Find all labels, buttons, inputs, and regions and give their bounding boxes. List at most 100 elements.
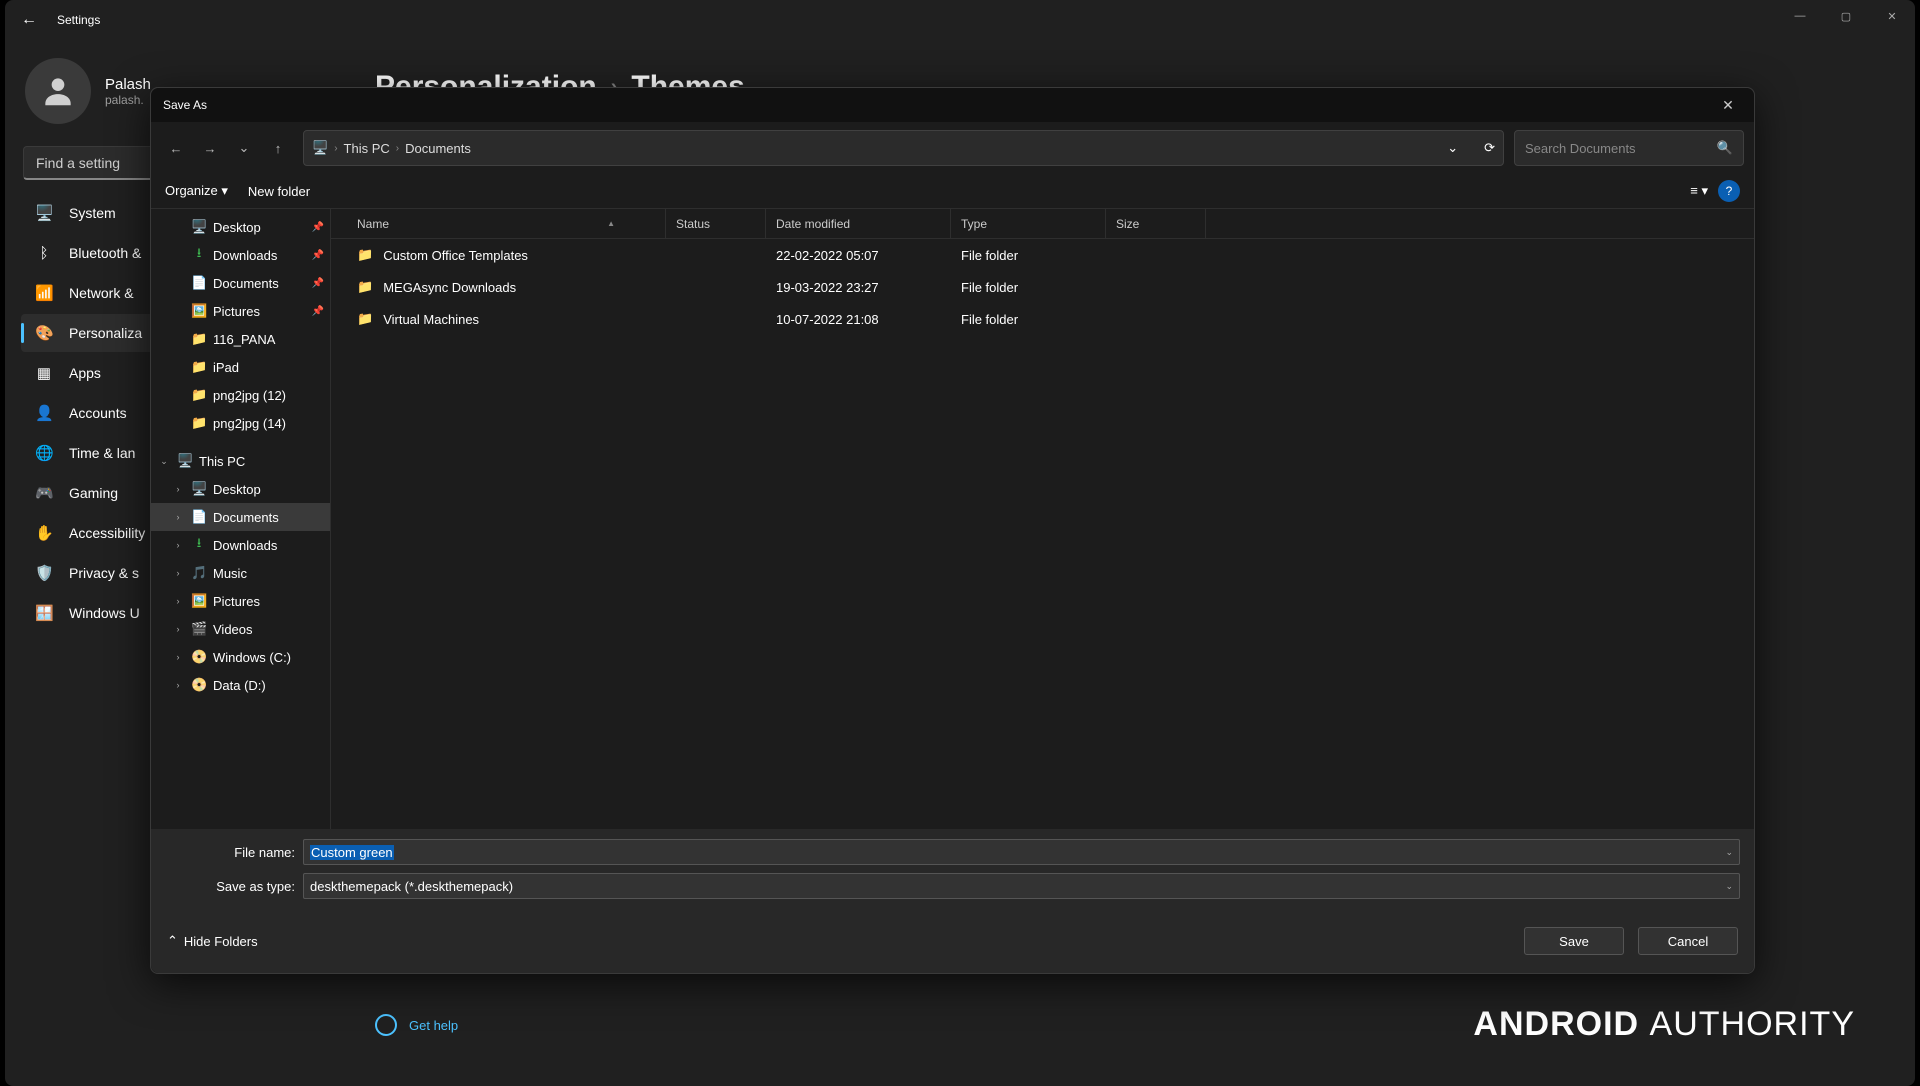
- file-row[interactable]: 📁Custom Office Templates22-02-2022 05:07…: [331, 239, 1754, 271]
- nav-label: Accounts: [69, 405, 127, 421]
- column-headers[interactable]: Name▲ Status Date modified Type Size: [331, 209, 1754, 239]
- col-type[interactable]: Type: [951, 209, 1106, 238]
- tree-item[interactable]: ›📀Windows (C:): [151, 643, 330, 671]
- view-button[interactable]: ≡ ▾: [1690, 183, 1708, 199]
- organize-button[interactable]: Organize ▾: [165, 183, 228, 199]
- tree-item[interactable]: 📁116_PANA: [151, 325, 330, 353]
- filename-input[interactable]: Custom green ⌄: [303, 839, 1740, 865]
- folder-icon: 📁: [357, 311, 373, 327]
- search-icon: 🔍: [1717, 140, 1733, 156]
- folder-tree[interactable]: 🖥️Desktop📌⭳Downloads📌 📄 Documents 📌 🖼️ Pictur…: [151, 209, 331, 829]
- expand-icon[interactable]: ›: [171, 484, 185, 494]
- chevron-right-icon: ›: [396, 143, 399, 154]
- tree-item[interactable]: 📄Documents📌: [151, 269, 330, 297]
- expand-icon[interactable]: ›: [171, 596, 185, 606]
- tree-label: Downloads: [213, 248, 277, 263]
- address-dropdown[interactable]: ⌄: [1447, 140, 1458, 156]
- tree-label: Pictures: [213, 304, 260, 319]
- tree-item[interactable]: 📁 png2jpg (12): [151, 381, 330, 409]
- path-seg-documents[interactable]: Documents: [405, 141, 471, 156]
- nav-icon: 🖥️: [35, 204, 53, 222]
- dialog-close-button[interactable]: ✕: [1710, 97, 1746, 114]
- file-rows: 📁Custom Office Templates22-02-2022 05:07…: [331, 239, 1754, 335]
- help-button[interactable]: ?: [1718, 180, 1740, 202]
- folder-icon: 📄: [191, 509, 207, 525]
- chevron-up-icon: ⌃: [167, 933, 178, 949]
- folder-icon: 📁: [191, 359, 207, 375]
- nav-up-button[interactable]: ↑: [263, 133, 293, 163]
- tree-label: Data (D:): [213, 678, 266, 693]
- expand-icon[interactable]: ›: [171, 568, 185, 578]
- hide-folders-button[interactable]: ⌃ Hide Folders: [167, 933, 258, 949]
- tree-label: Music: [213, 566, 247, 581]
- cancel-button[interactable]: Cancel: [1638, 927, 1738, 955]
- col-status[interactable]: Status: [666, 209, 766, 238]
- chevron-down-icon[interactable]: ⌄: [1725, 881, 1733, 892]
- address-bar[interactable]: 🖥️ › This PC › Documents ⌄ ⟳: [303, 130, 1504, 166]
- watermark: ANDROID AUTHORITY: [1473, 1005, 1855, 1044]
- tree-item[interactable]: 🖼️ Pictures 📌: [151, 297, 330, 325]
- save-form: File name: Custom green ⌄ Save as type: …: [151, 829, 1754, 913]
- close-button[interactable]: ✕: [1869, 0, 1915, 32]
- folder-icon: 📁: [191, 387, 207, 403]
- tree-label: Windows (C:): [213, 650, 291, 665]
- new-folder-button[interactable]: New folder: [248, 184, 310, 199]
- expand-icon[interactable]: ›: [171, 512, 185, 522]
- tree-label: Documents: [213, 510, 279, 525]
- nav-forward-button[interactable]: →: [195, 133, 225, 163]
- tree-item[interactable]: ›📀Data (D:): [151, 671, 330, 699]
- file-row[interactable]: 📁Virtual Machines10-07-2022 21:08File fo…: [331, 303, 1754, 335]
- tree-item[interactable]: ›🎵Music: [151, 559, 330, 587]
- tree-label: png2jpg (14): [213, 416, 286, 431]
- pin-icon: 📌: [312, 306, 324, 317]
- folder-icon: 📁: [191, 331, 207, 347]
- expand-icon[interactable]: ›: [171, 540, 185, 550]
- minimize-button[interactable]: —: [1777, 0, 1823, 32]
- path-seg-this-pc[interactable]: This PC: [344, 141, 390, 156]
- back-button[interactable]: ←: [13, 11, 45, 29]
- file-type: File folder: [951, 280, 1106, 295]
- user-name: Palash: [105, 76, 151, 93]
- tree-label: Desktop: [213, 482, 261, 497]
- expand-icon[interactable]: ›: [171, 680, 185, 690]
- tree-item[interactable]: ›🖼️Pictures: [151, 587, 330, 615]
- nav-recent-button[interactable]: ⌄: [229, 133, 259, 163]
- expand-icon[interactable]: ›: [171, 652, 185, 662]
- tree-item[interactable]: 📁iPad: [151, 353, 330, 381]
- file-name: Custom Office Templates: [383, 248, 528, 263]
- dialog-title: Save As: [163, 98, 207, 112]
- file-row[interactable]: 📁MEGAsync Downloads19-03-2022 23:27File …: [331, 271, 1754, 303]
- tree-item[interactable]: ⌄🖥️This PC: [151, 447, 330, 475]
- tree-item[interactable]: ⭳Downloads📌: [151, 241, 330, 269]
- tree-item[interactable]: ›🎬Videos: [151, 615, 330, 643]
- chevron-down-icon[interactable]: ⌄: [1725, 847, 1733, 858]
- col-date[interactable]: Date modified: [766, 209, 951, 238]
- folder-icon: 🖼️: [191, 303, 207, 319]
- expand-icon[interactable]: ›: [171, 624, 185, 634]
- nav-label: Windows U: [69, 605, 140, 621]
- tree-label: png2jpg (12): [213, 388, 286, 403]
- tree-item[interactable]: 📁png2jpg (14): [151, 409, 330, 437]
- folder-icon: ⭳: [191, 534, 207, 556]
- nav-label: Network &: [69, 285, 134, 301]
- nav-label: Accessibility: [69, 525, 145, 541]
- tree-item[interactable]: ›⭳Downloads: [151, 531, 330, 559]
- folder-icon: 📄: [191, 275, 207, 291]
- folder-icon: 📁: [357, 279, 373, 295]
- folder-icon: 🖥️: [177, 453, 193, 469]
- file-date: 10-07-2022 21:08: [766, 312, 951, 327]
- tree-item[interactable]: › 📄 Documents: [151, 503, 330, 531]
- filetype-select[interactable]: deskthemepack (*.deskthemepack) ⌄: [303, 873, 1740, 899]
- save-button[interactable]: Save: [1524, 927, 1624, 955]
- tree-item[interactable]: ›🖥️Desktop: [151, 475, 330, 503]
- nav-back-button[interactable]: ←: [161, 133, 191, 163]
- maximize-button[interactable]: ▢: [1823, 0, 1869, 32]
- refresh-button[interactable]: ⟳: [1484, 140, 1495, 156]
- col-size[interactable]: Size: [1106, 209, 1206, 238]
- tree-item[interactable]: 🖥️Desktop📌: [151, 213, 330, 241]
- tree-label: Documents: [213, 276, 279, 291]
- dialog-search[interactable]: Search Documents 🔍: [1514, 130, 1744, 166]
- folder-icon: 📁: [357, 247, 373, 263]
- expand-icon[interactable]: ⌄: [157, 456, 171, 467]
- file-name: Virtual Machines: [383, 312, 479, 327]
